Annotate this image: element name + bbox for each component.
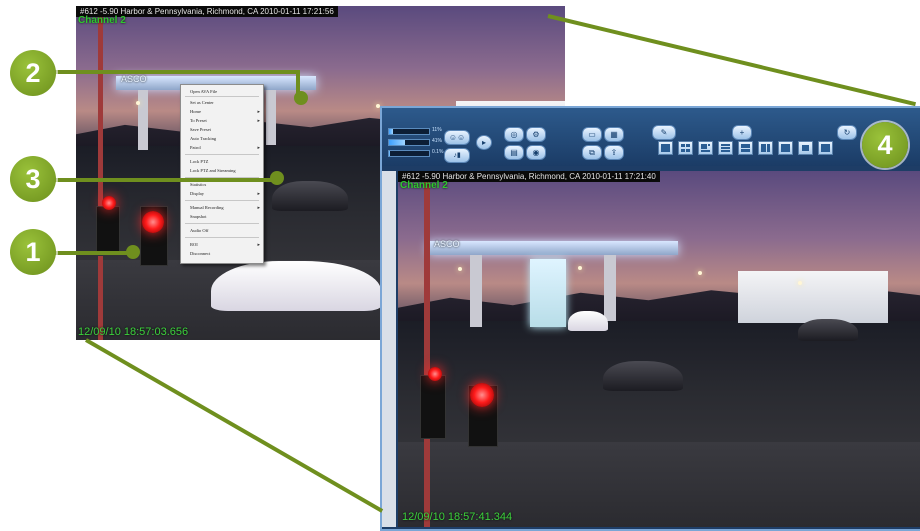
menu-item-auto-tracking[interactable]: Auto Tracking (190, 136, 216, 141)
cpu-meter-label: 11% (432, 127, 442, 133)
menu-item-lock-ptz-streaming[interactable]: Lock PTZ and Streaming (190, 168, 236, 173)
callout-leader-5 (85, 338, 384, 513)
memory-meter (388, 139, 430, 146)
refresh-icon[interactable]: ↻ (837, 125, 857, 140)
play-icon[interactable]: ▸ (476, 135, 492, 150)
callout-point-1 (126, 245, 140, 259)
ptz-icon[interactable]: ◎ (504, 127, 524, 142)
menu-item-statistics[interactable]: Statistics (190, 182, 206, 187)
callout-point-2 (294, 91, 308, 105)
memory-meter-label: 41% (432, 138, 443, 144)
callout-leader-3 (45, 178, 283, 182)
callout-leader-4 (547, 14, 917, 107)
menu-item-home[interactable]: Home (190, 109, 201, 114)
volume-icon[interactable]: ♪▮ (444, 148, 470, 163)
menu-item-save-preset[interactable]: Save Preset (190, 127, 211, 132)
layout-16-icon[interactable] (778, 141, 793, 155)
timestamp-label: 12/09/10 18:57:41.344 (402, 511, 513, 523)
callout-leader-2 (42, 70, 300, 74)
callout-point-3 (270, 171, 284, 185)
layout-icon[interactable]: ▦ (604, 127, 624, 142)
menu-item-display[interactable]: Display (190, 191, 204, 196)
log-icon[interactable]: ▤ (504, 145, 524, 160)
submenu-arrow-icon: ▸ (257, 206, 260, 211)
submenu-arrow-icon: ▸ (257, 119, 260, 124)
station-logo: ASCO (121, 74, 147, 84)
camera-name-label: Channel 2 (78, 15, 126, 26)
submenu-arrow-icon: ▸ (257, 110, 260, 115)
menu-item-lock-ptz[interactable]: Lock PTZ (190, 159, 208, 164)
layout-custom-icon[interactable] (798, 141, 813, 155)
viewer-window: 11% 41% 0.1% ☺☺ ♪▮ ▸ ◎ ⚙ ▤ ◉ ▭ ▦ ⧉ ⇪ ✎ +… (380, 106, 920, 531)
timestamp-label: 12/09/10 18:57:03.656 (78, 326, 189, 338)
callout-leader-1 (54, 251, 134, 255)
context-menu: Open AVA File Set as Center Home ▸ To Pre… (180, 84, 264, 264)
copy-icon[interactable]: ⧉ (582, 145, 602, 160)
menu-item-manual-recording[interactable]: Manual Recording (190, 205, 224, 210)
edit-icon[interactable]: ✎ (652, 125, 676, 140)
layout-4-icon[interactable] (678, 141, 693, 155)
camera-icon[interactable]: ◉ (526, 145, 546, 160)
station-logo: ASCO (434, 239, 460, 249)
layout-10-icon[interactable] (738, 141, 753, 155)
layout-13-icon[interactable] (758, 141, 773, 155)
submenu-arrow-icon: ▸ (257, 192, 260, 197)
layout-9-icon[interactable] (718, 141, 733, 155)
export-icon[interactable]: ⇪ (604, 145, 624, 160)
toolbar: 11% 41% 0.1% ☺☺ ♪▮ ▸ ◎ ⚙ ▤ ◉ ▭ ▦ ⧉ ⇪ ✎ +… (382, 108, 920, 166)
submenu-arrow-icon: ▸ (257, 243, 260, 248)
left-panel-strip (382, 171, 396, 527)
network-meter (388, 150, 430, 157)
menu-item-roi[interactable]: ROI (190, 242, 198, 247)
fullscreen-icon[interactable] (818, 141, 833, 155)
layout-1-icon[interactable] (658, 141, 673, 155)
menu-item-audio-off[interactable]: Audio Off (190, 228, 209, 233)
menu-item-snapshot[interactable]: Snapshot (190, 214, 207, 219)
submenu-arrow-icon: ▸ (257, 146, 260, 151)
callout-badge-1: 1 (10, 229, 56, 275)
settings-icon[interactable]: ⚙ (526, 127, 546, 142)
callout-badge-4: 4 (862, 122, 908, 168)
menu-item-disconnect[interactable]: Disconnect (190, 251, 210, 256)
camera-name-label: Channel 2 (400, 180, 448, 191)
add-icon[interactable]: + (732, 125, 752, 140)
live-video-view[interactable]: #612 -5.90 Harbor & Pennsylvania, Richmo… (398, 171, 920, 527)
users-icon[interactable]: ☺☺ (444, 130, 470, 145)
callout-badge-3: 3 (10, 156, 56, 202)
cpu-meter (388, 128, 430, 135)
menu-item-patrol[interactable]: Patrol (190, 145, 201, 150)
menu-item-set-center[interactable]: Set as Center (190, 100, 214, 105)
menu-item-to-preset[interactable]: To Preset (190, 118, 207, 123)
monitor-icon[interactable]: ▭ (582, 127, 602, 142)
menu-item-open-ava[interactable]: Open AVA File (190, 89, 217, 94)
callout-badge-2: 2 (10, 50, 56, 96)
layout-6-icon[interactable] (698, 141, 713, 155)
network-meter-label: 0.1% (432, 149, 444, 155)
